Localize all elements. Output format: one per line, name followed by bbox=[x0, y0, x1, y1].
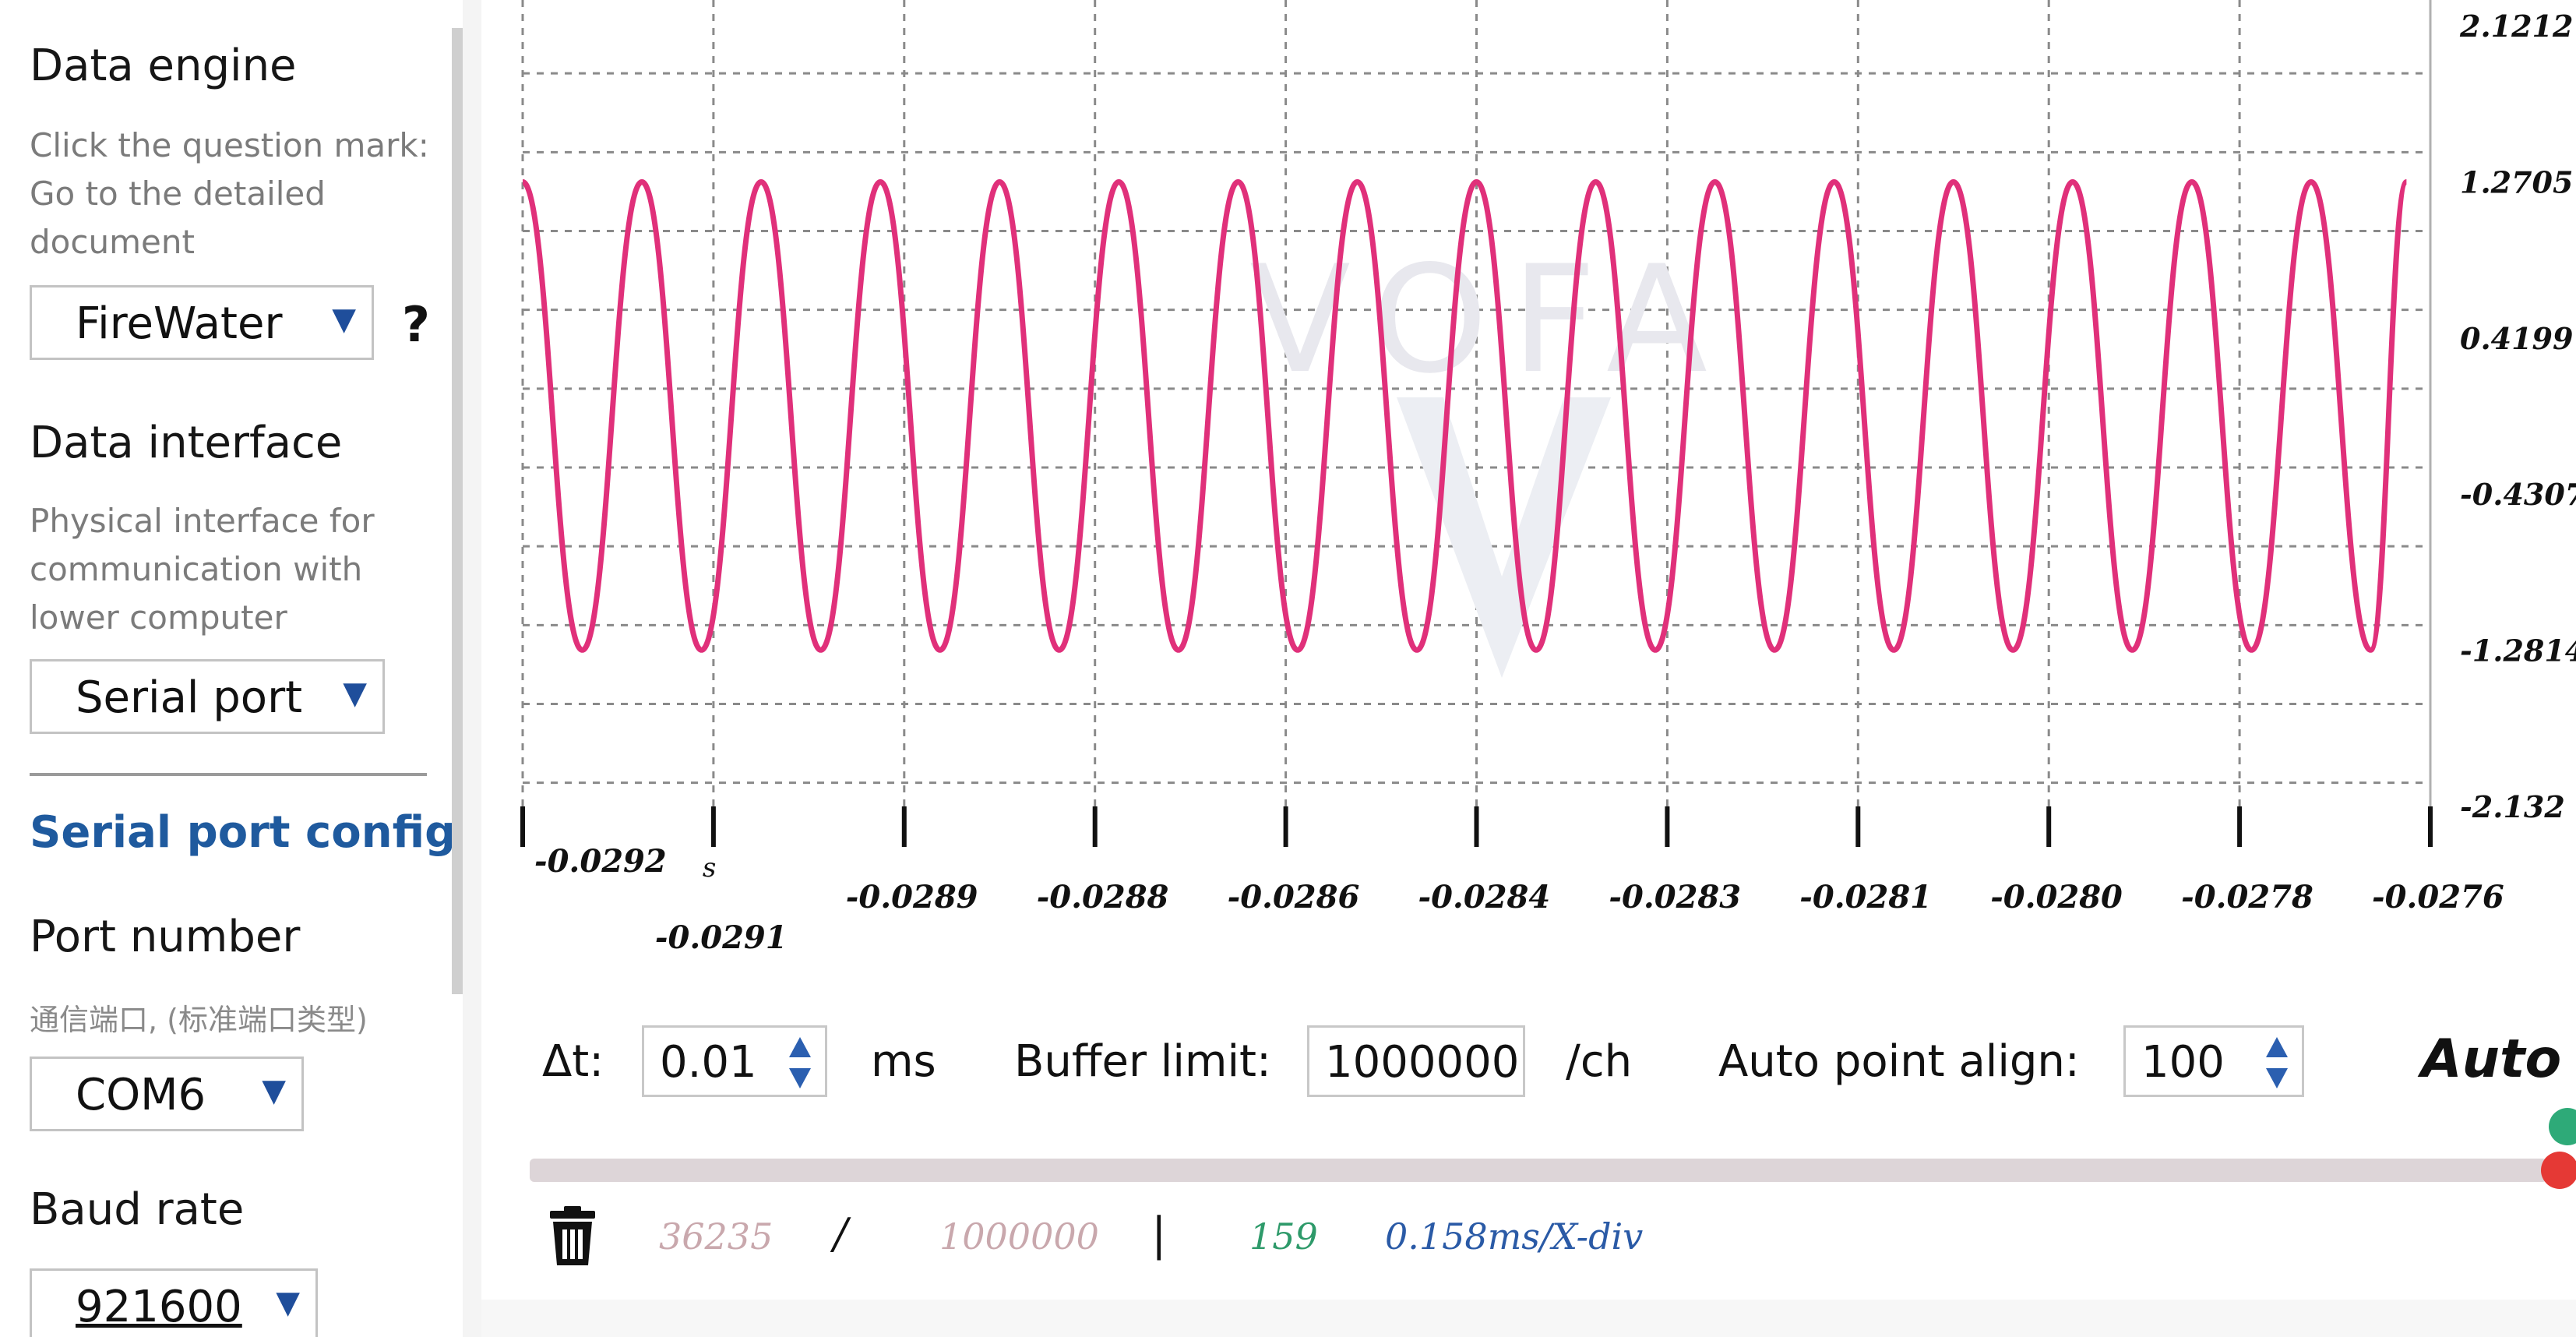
scroll-handle-end[interactable] bbox=[2541, 1152, 2576, 1189]
buffer-total: 1000000 bbox=[939, 1215, 1099, 1258]
serial-config-title: Serial port configu bbox=[30, 807, 452, 858]
points-per-div: 159 bbox=[1249, 1215, 1318, 1258]
auto-point-align-value: 100 bbox=[2141, 1037, 2225, 1088]
sidebar-scrollbar[interactable] bbox=[452, 28, 463, 994]
buffer-unit: /ch bbox=[1566, 1036, 1633, 1087]
x-tick-label: -0.0286 bbox=[1228, 879, 1360, 915]
points-count: 36235 bbox=[659, 1215, 774, 1258]
dt-value: 0.01 bbox=[660, 1037, 757, 1088]
data-interface-select[interactable]: Serial port ▼ bbox=[30, 659, 385, 734]
port-number-select[interactable]: COM6 ▼ bbox=[30, 1057, 304, 1131]
triangle-down-icon: ▼ bbox=[343, 676, 367, 711]
x-tick-label: -0.0278 bbox=[2181, 879, 2313, 915]
triangle-down-icon: ▼ bbox=[332, 302, 356, 337]
data-engine-select[interactable]: FireWater ▼ bbox=[30, 285, 374, 360]
auto-point-align-input[interactable]: 100 bbox=[2123, 1025, 2304, 1097]
status-slash: / bbox=[833, 1209, 848, 1258]
waveform-chart[interactable]: VOFA -0.0292 -0.0291 -0.0289 -0.0288 -0.0286… bbox=[481, 0, 2576, 990]
data-interface-title: Data interface bbox=[30, 418, 343, 468]
y-tick-label: 0.4199 bbox=[2460, 321, 2573, 356]
baud-rate-title: Baud rate bbox=[30, 1184, 245, 1235]
spin-arrows-icon[interactable] bbox=[2260, 1032, 2294, 1093]
help-question-icon[interactable]: ? bbox=[402, 296, 430, 353]
buffer-limit-value: 1000000 bbox=[1325, 1037, 1520, 1088]
data-engine-value: FireWater bbox=[76, 298, 283, 349]
watermark-logo bbox=[1397, 397, 1611, 678]
time-per-div: 0.158ms/X-div bbox=[1385, 1215, 1644, 1258]
x-tick-label: -0.0280 bbox=[1990, 879, 2123, 915]
section-divider bbox=[30, 773, 427, 776]
y-tick-label: -2.132 bbox=[2460, 789, 2565, 824]
x-tick-label: -0.0288 bbox=[1037, 879, 1169, 915]
baud-rate-value: 921600 bbox=[76, 1282, 242, 1332]
y-tick-label: -1.2814 bbox=[2460, 633, 2576, 668]
data-interface-description: Physical interface for communication wit… bbox=[30, 502, 375, 637]
triangle-down-icon: ▼ bbox=[276, 1285, 300, 1321]
port-number-hint: 通信端口, (标准端口类型) bbox=[30, 1003, 368, 1037]
baud-rate-select[interactable]: 921600 ▼ bbox=[30, 1268, 318, 1337]
bottom-panel bbox=[481, 1300, 2576, 1337]
x-tick-label: -0.0284 bbox=[1418, 879, 1551, 915]
triangle-down-icon: ▼ bbox=[262, 1073, 286, 1109]
trash-icon[interactable] bbox=[545, 1206, 600, 1268]
port-number-title: Port number bbox=[30, 912, 301, 962]
buffer-limit-input[interactable]: 1000000 bbox=[1307, 1025, 1525, 1097]
settings-sidebar: Data engine Click the question mark: Go … bbox=[0, 0, 452, 1337]
dt-unit: ms bbox=[871, 1036, 936, 1087]
y-tick-label: 1.2705 bbox=[2460, 164, 2573, 199]
y-tick-label: 2.1212 bbox=[2459, 9, 2573, 44]
x-tick-label: -0.0291 bbox=[655, 919, 788, 956]
x-tick-label: -0.0289 bbox=[846, 879, 978, 915]
watermark: VOFA bbox=[1249, 234, 1731, 678]
panel-divider[interactable] bbox=[463, 0, 481, 1337]
dt-input[interactable]: 0.01 bbox=[642, 1025, 827, 1097]
data-engine-title: Data engine bbox=[30, 41, 297, 91]
dt-label: Δt: bbox=[542, 1036, 604, 1087]
port-number-value: COM6 bbox=[76, 1070, 206, 1120]
auto-mode-button[interactable]: Auto bbox=[2421, 1028, 2561, 1090]
status-separator: | bbox=[1151, 1208, 1167, 1261]
spin-arrows-icon[interactable] bbox=[783, 1032, 817, 1093]
x-tick-label: -0.0283 bbox=[1609, 879, 1741, 915]
history-scroll-track[interactable] bbox=[530, 1159, 2547, 1182]
x-axis-unit: s bbox=[703, 852, 716, 884]
y-tick-label: -0.4307 bbox=[2460, 477, 2576, 512]
watermark-text: VOFA bbox=[1249, 234, 1731, 406]
x-tick-label: -0.0276 bbox=[2372, 879, 2504, 915]
data-engine-description: Click the question mark: Go to the detai… bbox=[30, 126, 429, 261]
x-tick-label: -0.0281 bbox=[1799, 879, 1932, 915]
auto-point-align-label: Auto point align: bbox=[1718, 1036, 2080, 1087]
data-interface-value: Serial port bbox=[76, 672, 303, 723]
x-tick-label: -0.0292 bbox=[534, 843, 667, 880]
buffer-limit-label: Buffer limit: bbox=[1014, 1036, 1271, 1087]
